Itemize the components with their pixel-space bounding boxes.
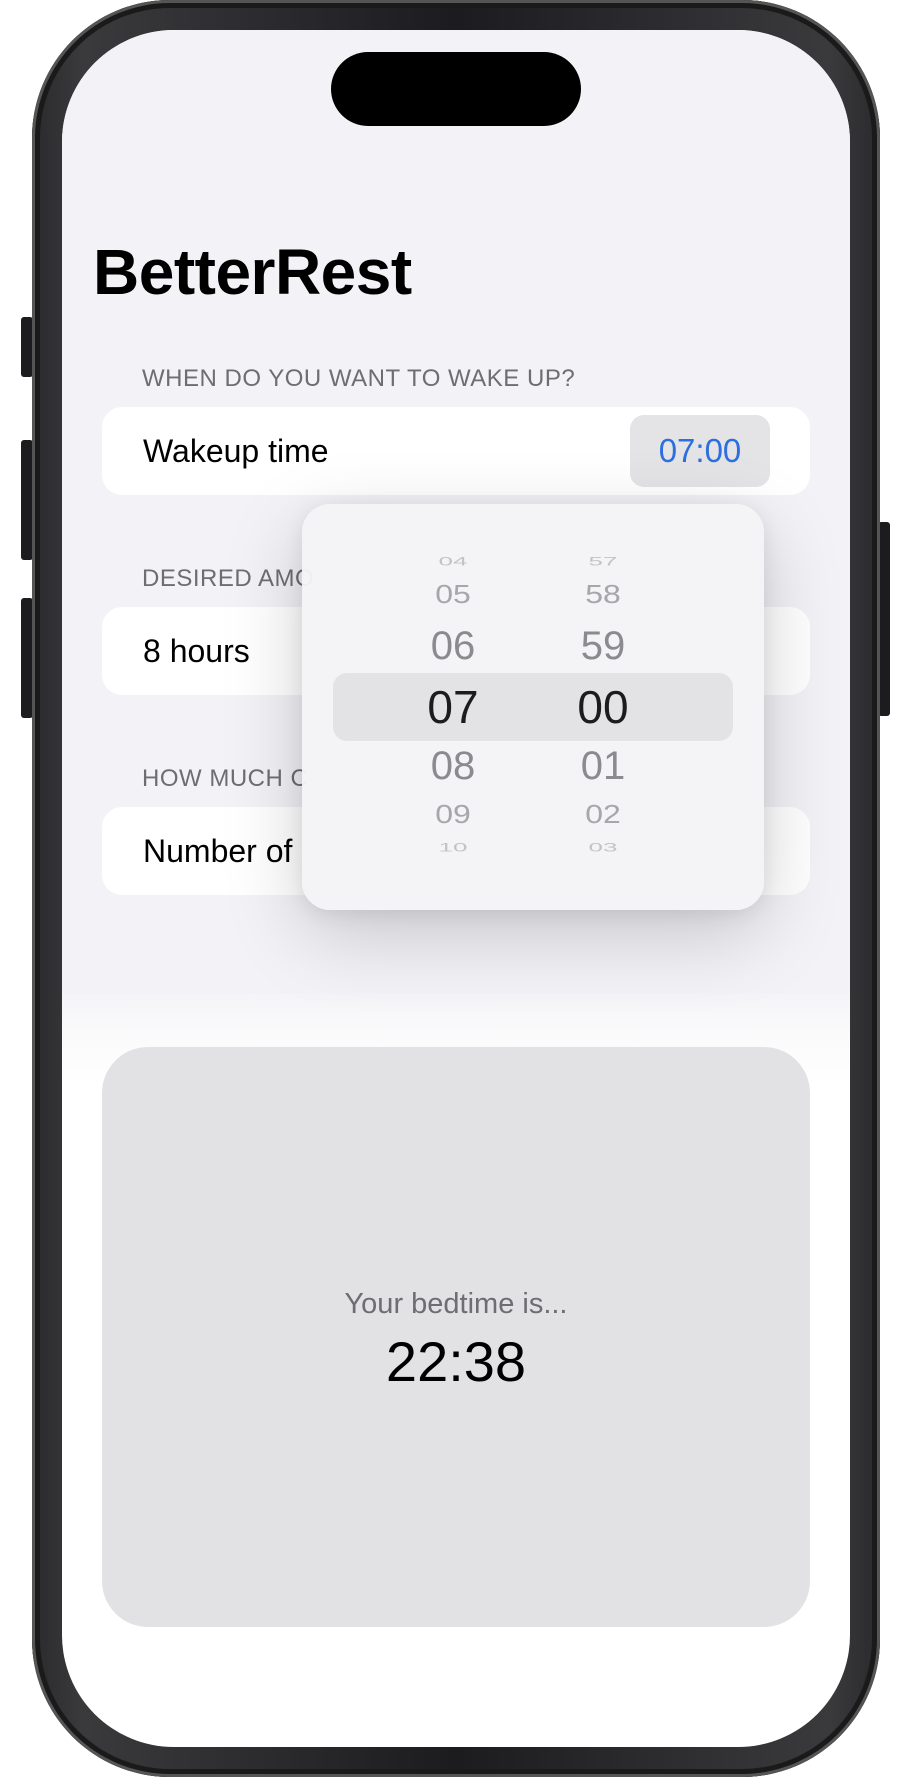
sleep-amount-label: 8 hours [143,633,250,669]
minute-option[interactable]: 59 [543,624,663,669]
hour-option[interactable]: 06 [393,624,513,669]
wakeup-time-label: Wakeup time [143,433,329,469]
minute-option[interactable]: 02 [543,800,663,830]
hour-option-selected[interactable]: 07 [393,680,513,734]
wakeup-time-button[interactable]: 07:00 [630,415,770,487]
dynamic-island [331,52,581,126]
minute-option-selected[interactable]: 00 [543,680,663,734]
minute-option[interactable]: 03 [543,841,663,855]
minute-wheel[interactable]: 57 58 59 00 01 02 03 [543,504,663,910]
minute-option[interactable]: 01 [543,744,663,789]
hour-option[interactable]: 08 [393,744,513,789]
hour-option[interactable]: 04 [393,555,513,569]
minute-option[interactable]: 57 [543,555,663,569]
bedtime-caption: Your bedtime is... [344,1288,568,1320]
device-stage: BetterRest WHEN DO YOU WANT TO WAKE UP? … [0,0,901,1777]
bedtime-result-card: Your bedtime is... 22:38 [102,1047,810,1627]
section-header-coffee: HOW MUCH C [142,765,309,792]
section-header-sleep: DESIRED AMO [142,565,315,592]
wakeup-time-row: Wakeup time 07:00 [102,407,810,495]
hour-wheel[interactable]: 04 05 06 07 08 09 10 [393,504,513,910]
hour-option[interactable]: 05 [393,580,513,610]
coffee-label: Number of [143,833,293,869]
page-title: BetterRest [93,236,412,308]
time-picker-popover: 04 05 06 07 08 09 10 57 58 59 00 01 02 0… [302,504,764,910]
hour-option[interactable]: 10 [393,841,513,855]
bedtime-value: 22:38 [385,1330,527,1393]
phone-screen: BetterRest WHEN DO YOU WANT TO WAKE UP? … [62,30,850,1747]
hour-option[interactable]: 09 [393,800,513,830]
section-header-wakeup: WHEN DO YOU WANT TO WAKE UP? [142,365,576,392]
minute-option[interactable]: 58 [543,580,663,610]
